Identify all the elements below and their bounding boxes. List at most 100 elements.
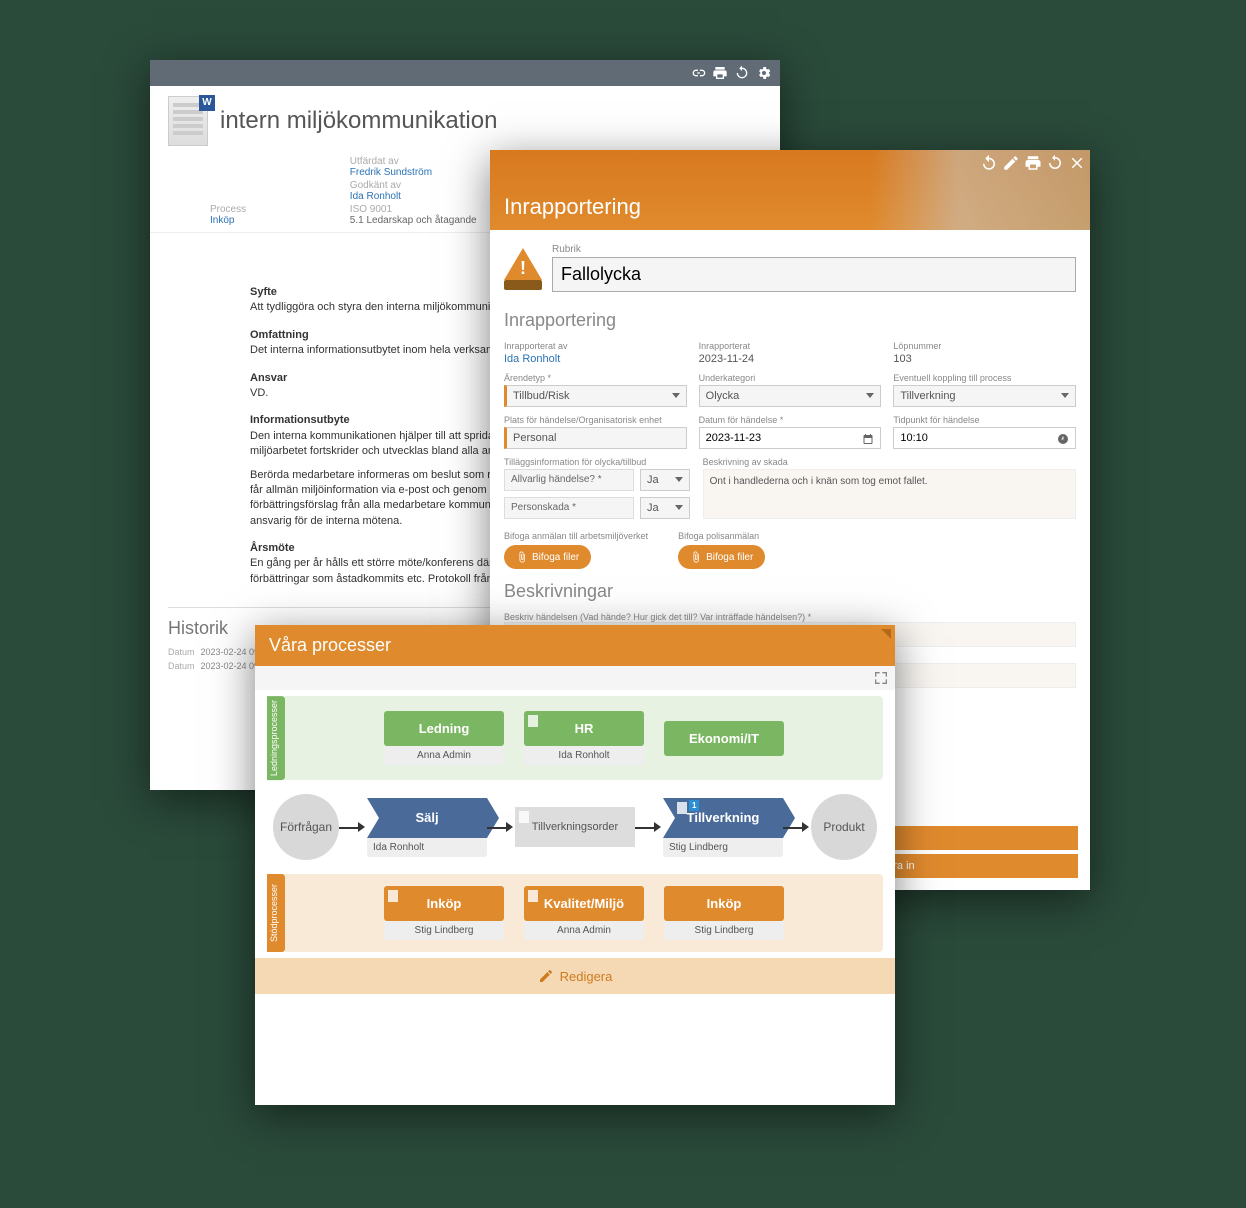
personskada-label: Personskada * — [504, 497, 634, 519]
link-icon[interactable] — [690, 65, 706, 81]
owner-label: Ida Ronholt — [367, 838, 487, 857]
document-icon — [528, 890, 538, 902]
print-icon[interactable] — [712, 65, 728, 81]
plats-select[interactable]: Personal — [504, 427, 687, 449]
flow-end[interactable]: Produkt — [811, 794, 877, 860]
report-header: Inrapportering — [490, 150, 1090, 230]
rubrik-input[interactable] — [552, 257, 1076, 292]
badge: 1 — [689, 800, 699, 811]
personskada-select[interactable]: Ja — [640, 497, 690, 519]
fullscreen-icon[interactable] — [873, 670, 889, 686]
report-header-title: Inrapportering — [504, 194, 641, 220]
approved-by-value[interactable]: Ida Ronholt — [350, 191, 401, 202]
chevron-down-icon — [1061, 393, 1069, 398]
beskr-skada-input[interactable]: Ont i handlederna och i knän som tog emo… — [703, 469, 1076, 519]
iso9001-value: 5.1 Ledarskap och åtagande — [350, 215, 477, 226]
issued-by-label: Utfärdat av — [350, 156, 399, 167]
process-kvalitet[interactable]: Kvalitet/MiljöAnna Admin — [524, 886, 644, 940]
process-header: Våra processer — [255, 625, 895, 666]
owner-label: Stig Lindberg — [663, 838, 783, 857]
process-expand-bar — [255, 666, 895, 690]
paperclip-icon — [516, 551, 528, 563]
refresh-icon[interactable] — [734, 65, 750, 81]
inrapporterat-date: 2023-11-24 — [699, 353, 882, 365]
lane-stod: InköpStig Lindberg Kvalitet/MiljöAnna Ad… — [285, 874, 883, 952]
inrapporterat-av-value[interactable]: Ida Ronholt — [504, 353, 687, 365]
lopnummer-label: Löpnummer — [893, 341, 1076, 351]
chevron-down-icon — [672, 393, 680, 398]
print-icon[interactable] — [1024, 154, 1042, 172]
fold-corner-icon — [881, 629, 891, 639]
owner-label: Anna Admin — [384, 746, 504, 765]
process-ekonomi[interactable]: Ekonomi/IT — [664, 721, 784, 756]
process-label: Process — [210, 204, 246, 215]
owner-label: Ida Ronholt — [524, 746, 644, 765]
edit-icon — [538, 968, 554, 984]
lane-label-stod: Stödprocesser — [267, 874, 285, 952]
main-flow: Förfrågan Sälj Ida Ronholt Tillverknings… — [267, 794, 883, 860]
document-icon — [528, 715, 538, 727]
document-icon — [388, 890, 398, 902]
flow-start[interactable]: Förfrågan — [273, 794, 339, 860]
underkategori-select[interactable]: Olycka — [699, 385, 882, 407]
approved-by-label: Godkänt av — [350, 180, 401, 191]
close-icon[interactable] — [1068, 154, 1086, 172]
document-icon — [519, 811, 529, 823]
bifoga-polis-button[interactable]: Bifoga filer — [678, 545, 765, 569]
warning-icon: ! — [504, 248, 542, 292]
arendetyp-select[interactable]: Tillbud/Risk — [504, 385, 687, 407]
bifoga-arbets-button[interactable]: Bifoga filer — [504, 545, 591, 569]
bifoga-polis-label: Bifoga polisanmälan — [678, 531, 765, 541]
clock-icon — [1057, 433, 1069, 445]
document-title: intern miljökommunikation — [220, 107, 497, 135]
allvarlig-select[interactable]: Ja — [640, 469, 690, 491]
flow-order[interactable]: Tillverkningsorder — [515, 807, 635, 847]
document-toolbar — [150, 60, 780, 86]
flow-tillverkning[interactable]: 1Tillverkning Stig Lindberg — [663, 798, 783, 857]
owner-label: Anna Admin — [524, 921, 644, 940]
datum-hand-label: Datum för händelse * — [699, 415, 882, 425]
arendetyp-label: Ärendetyp * — [504, 373, 687, 383]
koppling-label: Eventuell koppling till process — [893, 373, 1076, 383]
owner-label: Stig Lindberg — [664, 921, 784, 940]
document-icon — [677, 802, 687, 814]
tid-input[interactable]: 10:10 — [893, 427, 1076, 449]
paperclip-icon — [690, 551, 702, 563]
document-header: W intern miljökommunikation — [150, 86, 780, 150]
edit-button[interactable]: Redigera — [255, 958, 895, 994]
bifoga-arbets-label: Bifoga anmälan till arbetsmiljöverket — [504, 531, 648, 541]
rubrik-label: Rubrik — [552, 244, 1076, 255]
refresh-icon[interactable] — [1046, 154, 1064, 172]
flow-salj[interactable]: Sälj Ida Ronholt — [367, 798, 487, 857]
process-value[interactable]: Inköp — [210, 215, 234, 226]
iso9001-label: ISO 9001 — [350, 204, 392, 215]
issued-by-value[interactable]: Fredrik Sundström — [350, 167, 432, 178]
beskriv-label: Beskriv händelsen (Vad hände? Hur gick d… — [504, 612, 1076, 622]
tillaggs-label: Tilläggsinformation för olycka/tillbud — [504, 457, 691, 467]
process-inkop1[interactable]: InköpStig Lindberg — [384, 886, 504, 940]
plats-label: Plats för händelse/Organisatorisk enhet — [504, 415, 687, 425]
gear-icon[interactable] — [756, 65, 772, 81]
process-ledning[interactable]: LedningAnna Admin — [384, 711, 504, 765]
beskr-skada-label: Beskrivning av skada — [703, 457, 1076, 467]
section-beskrivningar: Beskrivningar — [504, 581, 1076, 602]
koppling-select[interactable]: Tillverkning — [893, 385, 1076, 407]
inrapporterat-av-label: Inrapporterat av — [504, 341, 687, 351]
process-window: Våra processer Ledningsprocesser Ledning… — [255, 625, 895, 1105]
underkategori-label: Underkategori — [699, 373, 882, 383]
lane-ledning: LedningAnna Admin HRIda Ronholt Ekonomi/… — [285, 696, 883, 780]
document-type-icon: W — [168, 96, 208, 146]
inrapporterat-label: Inrapporterat — [699, 341, 882, 351]
chevron-down-icon — [675, 477, 683, 482]
lopnummer-value: 103 — [893, 353, 1076, 365]
calendar-icon — [862, 433, 874, 445]
lane-label-ledning: Ledningsprocesser — [267, 696, 285, 780]
edit-icon[interactable] — [1002, 154, 1020, 172]
datum-hand-input[interactable]: 2023-11-23 — [699, 427, 882, 449]
process-hr[interactable]: HRIda Ronholt — [524, 711, 644, 765]
tid-label: Tidpunkt för händelse — [893, 415, 1076, 425]
word-badge-icon: W — [199, 95, 215, 111]
process-inkop2[interactable]: InköpStig Lindberg — [664, 886, 784, 940]
allvarlig-label: Allvarlig händelse? * — [504, 469, 634, 491]
undo-icon[interactable] — [980, 154, 998, 172]
